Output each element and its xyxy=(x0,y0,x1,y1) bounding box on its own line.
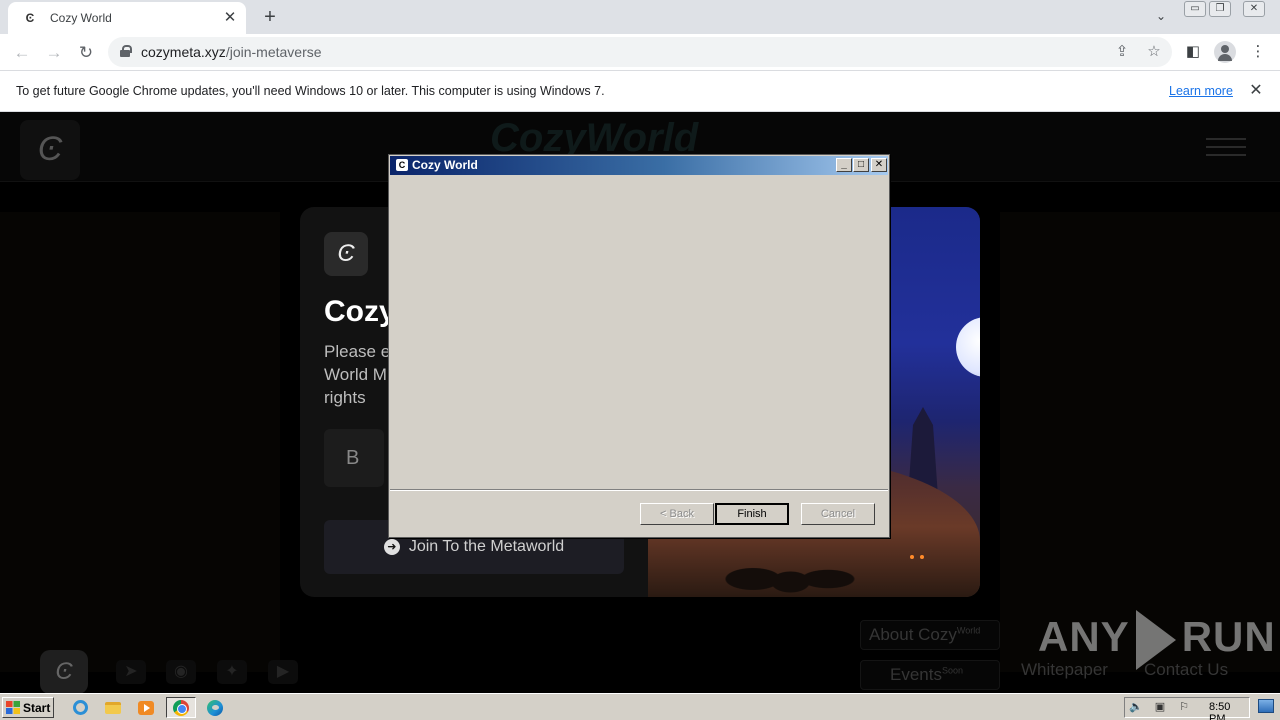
window-restore-button[interactable]: ❐ xyxy=(1209,1,1231,17)
watermark-right: RUN xyxy=(1181,613,1276,661)
lamp-light xyxy=(910,555,914,559)
anyrun-watermark: ANY RUN xyxy=(1038,610,1276,670)
telegram-icon[interactable]: ➤ xyxy=(116,660,146,684)
action-center-flag-icon[interactable]: ⚐ xyxy=(1177,701,1191,714)
footer-link-sup: Soon xyxy=(941,665,964,676)
arrow-right-icon: ➜ xyxy=(383,539,400,555)
tab-close-icon[interactable]: ✕ xyxy=(220,8,240,28)
tab-title: Cozy World xyxy=(50,11,112,25)
url-path: /join-metaverse xyxy=(225,44,322,60)
app-icon: C xyxy=(396,159,408,171)
footer-link-label: About Cozy xyxy=(869,625,957,644)
bookmark-star-icon[interactable]: ☆ xyxy=(1143,41,1165,63)
back-arrow-icon[interactable]: ← xyxy=(8,39,36,67)
update-infobar: To get future Google Chrome updates, you… xyxy=(0,71,1280,112)
lock-icon[interactable] xyxy=(120,45,132,57)
file-explorer-icon[interactable] xyxy=(101,697,125,718)
url-host: cozymeta.xyz xyxy=(141,44,226,60)
footer-link-sup: World xyxy=(956,625,981,636)
system-tray: 🔈 ▣ ⚐ 8:50 PM xyxy=(1124,697,1250,720)
lamp-light xyxy=(920,555,924,559)
footer-logo-icon[interactable]: Ͼ xyxy=(40,650,88,693)
moon-shape xyxy=(956,317,980,377)
reload-icon[interactable]: ↻ xyxy=(72,39,100,67)
network-icon[interactable]: ▣ xyxy=(1153,701,1167,714)
play-logo-icon xyxy=(1135,610,1176,670)
media-player-icon[interactable] xyxy=(134,697,158,718)
discord-icon[interactable]: ◉ xyxy=(166,660,196,684)
start-button[interactable]: Start xyxy=(2,697,54,718)
site-logo-icon[interactable]: Ͼ xyxy=(20,120,80,180)
clock[interactable]: 8:50 PM xyxy=(1209,701,1249,720)
finish-button[interactable]: Finish xyxy=(715,503,789,525)
dialog-close-button[interactable]: ✕ xyxy=(871,158,887,172)
start-label: Start xyxy=(23,700,51,715)
side-panel-icon[interactable]: ◧ xyxy=(1180,39,1206,65)
dialog-minimize-button[interactable]: _ xyxy=(836,158,852,172)
show-desktop-icon[interactable] xyxy=(1258,699,1274,713)
watermark-left: ANY xyxy=(1038,613,1130,661)
tab-search-chevron-icon[interactable]: ⌄ xyxy=(1152,7,1170,25)
chrome-menu-icon[interactable]: ⋮ xyxy=(1245,39,1271,65)
installer-dialog: C Cozy World _ □ ✕ < Back Finish Cancel xyxy=(388,154,890,538)
internet-explorer-icon[interactable] xyxy=(68,697,92,718)
window-minimize-button[interactable]: ▭ xyxy=(1184,1,1206,17)
tab-cozy-world[interactable]: Ͼ Cozy World ✕ xyxy=(8,2,246,34)
cozy-favicon-icon: Ͼ xyxy=(25,11,35,25)
footer-link-events[interactable]: EventsSoon xyxy=(890,665,963,685)
wallet-field[interactable]: B xyxy=(324,429,384,487)
share-icon[interactable]: ⇪ xyxy=(1111,41,1133,63)
infobar-message: To get future Google Chrome updates, you… xyxy=(16,84,605,98)
window-close-button[interactable]: ✕ xyxy=(1243,1,1265,17)
profile-avatar-icon[interactable] xyxy=(1214,41,1236,63)
cancel-button[interactable]: Cancel xyxy=(801,503,875,525)
dialog-maximize-button[interactable]: □ xyxy=(853,158,869,172)
dialog-separator xyxy=(390,489,888,491)
join-button-label: Join To the Metaworld xyxy=(408,538,565,555)
browser-toolbar: ← → ↻ cozymeta.xyz/join-metaverse ⇪ ☆ ◧ … xyxy=(0,34,1280,71)
url-text[interactable]: cozymeta.xyz/join-metaverse xyxy=(141,44,322,60)
infobar-close-icon[interactable]: ✕ xyxy=(1246,81,1266,101)
youtube-icon[interactable]: ▶ xyxy=(268,660,298,684)
dialog-titlebar[interactable]: C Cozy World _ □ ✕ xyxy=(390,156,888,175)
hamburger-menu-icon[interactable] xyxy=(1206,138,1246,162)
volume-icon[interactable]: 🔈 xyxy=(1129,701,1143,714)
card-title: Cozy xyxy=(324,295,396,328)
forward-arrow-icon[interactable]: → xyxy=(40,39,68,67)
tab-strip: Ͼ Cozy World ✕ + ⌄ ▭ ❐ ✕ xyxy=(0,0,1280,34)
learn-more-link[interactable]: Learn more xyxy=(1169,84,1233,98)
twitter-icon[interactable]: ✦ xyxy=(217,660,247,684)
background-scenery-left xyxy=(0,212,280,672)
back-button[interactable]: < Back xyxy=(640,503,714,525)
new-tab-button[interactable]: + xyxy=(258,5,282,29)
background-scenery-right xyxy=(1000,212,1280,672)
windows-logo-icon xyxy=(6,701,20,714)
address-bar[interactable]: cozymeta.xyz/join-metaverse ⇪ ☆ xyxy=(108,37,1172,67)
footer-link-about[interactable]: About CozyWorld xyxy=(869,625,980,645)
taskbar: Start 🔈 ▣ ⚐ 8:50 PM xyxy=(0,693,1280,720)
edge-icon[interactable] xyxy=(203,697,227,718)
chrome-icon[interactable] xyxy=(166,697,196,718)
dialog-title: Cozy World xyxy=(412,158,478,172)
figures-silhouette xyxy=(708,537,858,597)
footer-link-label: Events xyxy=(890,665,942,684)
card-logo-icon: Ͼ xyxy=(324,232,368,276)
